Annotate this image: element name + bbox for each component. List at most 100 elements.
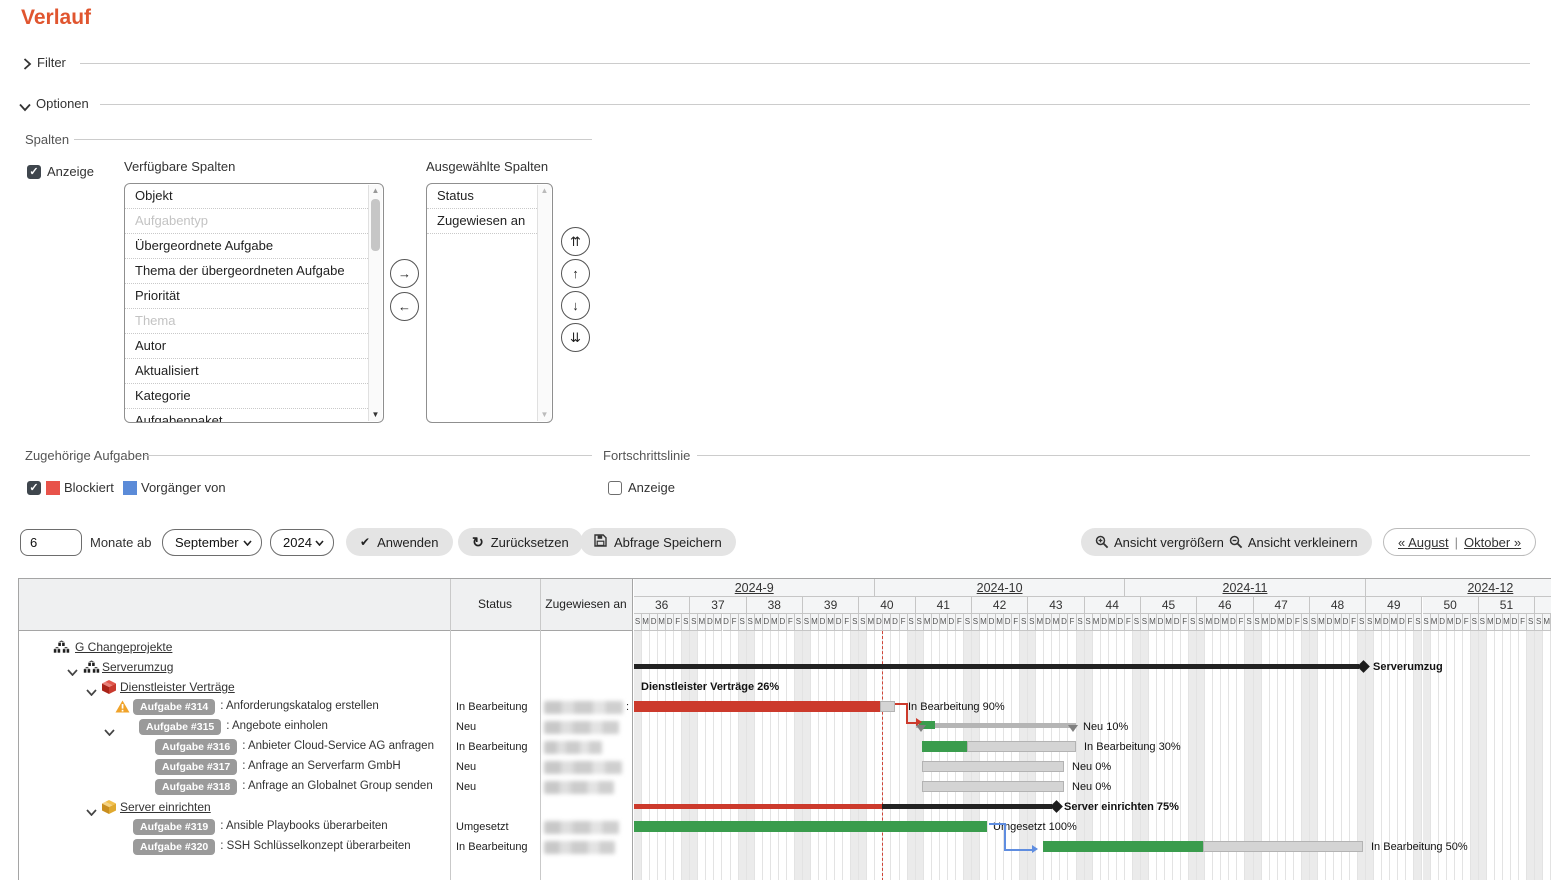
gantt-parent-bar[interactable] [634, 664, 1359, 669]
move-column-down-button[interactable]: ↓ [561, 291, 590, 320]
available-column-option[interactable]: Aufgabentyp [125, 209, 380, 234]
gantt-week-cell: 36 [634, 597, 690, 614]
gantt-task-bar[interactable] [922, 741, 967, 752]
months-count-input[interactable]: 6 [20, 529, 82, 556]
task-subject[interactable]: : SSH Schlüsselkonzept überarbeiten [220, 840, 411, 852]
available-column-option[interactable]: Übergeordnete Aufgabe [125, 234, 380, 259]
gantt-day-cell: M [642, 614, 650, 631]
project-link[interactable]: Serverumzug [102, 660, 173, 674]
gantt-parent-bar[interactable] [634, 804, 882, 809]
available-column-option[interactable]: Autor [125, 334, 380, 359]
progress-display-checkbox[interactable] [608, 481, 622, 495]
task-subject[interactable]: : Anforderungskatalog erstellen [220, 700, 379, 712]
scroll-down-icon[interactable]: ▼ [369, 409, 382, 421]
available-column-option[interactable]: Aktualisiert [125, 359, 380, 384]
version-link[interactable]: Server einrichten [120, 800, 211, 814]
month-select[interactable]: September [162, 529, 262, 556]
gantt-task-bar[interactable] [634, 701, 880, 712]
scrollbar-thumb[interactable] [371, 199, 380, 251]
task-id-badge[interactable]: Aufgabe #318 [155, 779, 237, 795]
options-toggle[interactable]: Optionen [36, 96, 89, 111]
gantt-task-bar[interactable] [1043, 841, 1203, 852]
gantt-month-link[interactable]: 2024-9 [735, 581, 774, 595]
selected-column-option[interactable]: Zugewiesen an [427, 209, 549, 234]
options-divider [100, 104, 1530, 105]
filter-toggle[interactable]: Filter [37, 55, 66, 70]
gantt-month-link[interactable]: 2024-11 [1223, 581, 1268, 595]
gantt-day-cell: M [867, 614, 875, 631]
move-column-right-button[interactable]: → [390, 259, 419, 288]
gantt-task-bar[interactable] [1203, 841, 1363, 852]
gantt-parent-bar[interactable] [882, 804, 1052, 809]
task-subject[interactable]: : Ansible Playbooks überarbeiten [220, 820, 388, 832]
task-subject[interactable]: : Anfrage an Serverfarm GmbH [242, 760, 401, 772]
gantt-day-cell: S [908, 614, 916, 631]
gantt-week-cell: 49 [1366, 597, 1422, 614]
apply-button[interactable]: ✔ Anwenden [346, 528, 453, 556]
available-column-option[interactable]: Thema der übergeordneten Aufgabe [125, 259, 380, 284]
gantt-task-bar[interactable] [967, 741, 1076, 752]
gantt-day-cell: M [1278, 614, 1286, 631]
available-column-option[interactable]: Thema [125, 309, 380, 334]
zoom-in-button[interactable]: Ansicht vergrößern [1095, 535, 1224, 550]
task-id-badge[interactable]: Aufgabe #319 [133, 819, 215, 835]
task-id-badge[interactable]: Aufgabe #316 [155, 739, 237, 755]
gantt-month-link[interactable]: 2024-12 [1467, 581, 1513, 595]
save-query-button[interactable]: Abfrage Speichern [580, 528, 736, 556]
task-subject[interactable]: : Anbieter Cloud-Service AG anfragen [242, 740, 434, 752]
available-column-option[interactable]: Aufgabenpaket [125, 409, 380, 423]
gantt-task-bar[interactable] [634, 821, 987, 832]
scroll-down-icon[interactable]: ▼ [538, 409, 551, 421]
task-id-badge[interactable]: Aufgabe #320 [133, 839, 215, 855]
selected-columns-listbox[interactable]: StatusZugewiesen an ▲ ▼ [426, 183, 553, 423]
gantt-month-link[interactable]: 2024-10 [977, 581, 1023, 595]
prev-month-link[interactable]: « August [1398, 535, 1449, 550]
version-link[interactable]: Dienstleister Verträge [120, 680, 235, 694]
available-column-option[interactable]: Priorität [125, 284, 380, 309]
gantt-day-cell: F [1294, 614, 1302, 631]
scroll-up-icon[interactable]: ▲ [538, 185, 551, 197]
move-column-top-button[interactable]: ⇈ [561, 227, 590, 256]
zoom-out-button[interactable]: Ansicht verkleinern [1229, 535, 1358, 550]
move-column-up-button[interactable]: ↑ [561, 259, 590, 288]
available-column-option[interactable]: Objekt [125, 184, 380, 209]
gantt-task-bar[interactable] [922, 781, 1064, 792]
gantt-day-cell: D [1229, 614, 1237, 631]
task-subject[interactable]: : Anfrage an Globalnet Group senden [242, 780, 433, 792]
reset-button[interactable]: ↻ Zurücksetzen [458, 528, 583, 556]
columns-display-checkbox[interactable]: ✓ [27, 165, 41, 179]
status-cell: Neu [456, 761, 476, 773]
related-blocked-checkbox[interactable]: ✓ [27, 481, 41, 495]
gantt-task-bar[interactable] [880, 701, 895, 712]
available-column-option[interactable]: Kategorie [125, 384, 380, 409]
gantt-day-cell: F [674, 614, 682, 631]
gantt-task-bar[interactable] [922, 761, 1064, 772]
gantt-day-column [1511, 631, 1519, 880]
available-columns-scrollbar[interactable]: ▲ ▼ [368, 185, 382, 421]
task-subject[interactable]: : Angebote einholen [226, 720, 328, 732]
gantt-parent-task-bar[interactable] [916, 723, 1076, 728]
gantt-day-cell: M [1109, 614, 1117, 631]
available-columns-listbox[interactable]: ObjektAufgabentypÜbergeordnete AufgabeTh… [124, 183, 384, 423]
gantt-day-cell: M [924, 614, 932, 631]
selected-columns-scrollbar[interactable]: ▲ ▼ [537, 185, 551, 421]
task-id-badge[interactable]: Aufgabe #314 [133, 699, 215, 715]
project-link[interactable]: G Changeprojekte [75, 640, 172, 654]
next-month-link[interactable]: Oktober » [1464, 535, 1521, 550]
gantt-day-cell: S [1358, 614, 1366, 631]
task-id-badge[interactable]: Aufgabe #315 [139, 719, 221, 735]
task-id-badge[interactable]: Aufgabe #317 [155, 759, 237, 775]
selected-column-option[interactable]: Status [427, 184, 549, 209]
gantt-day-cell: F [1012, 614, 1020, 631]
gantt-chart-area: 2024-92024-102024-112024-123637383940414… [634, 579, 1551, 880]
gantt-week-cell: 37 [690, 597, 746, 614]
year-select[interactable]: 2024 [270, 529, 334, 556]
gantt-day-cell: D [723, 614, 731, 631]
gantt-day-cell: M [1093, 614, 1101, 631]
gantt-day-cell: M [827, 614, 835, 631]
assignee-redacted [544, 701, 623, 714]
scroll-up-icon[interactable]: ▲ [369, 185, 382, 197]
gantt-day-column [1479, 631, 1487, 880]
move-column-left-button[interactable]: ← [390, 292, 419, 321]
move-column-bottom-button[interactable]: ⇊ [561, 323, 590, 352]
